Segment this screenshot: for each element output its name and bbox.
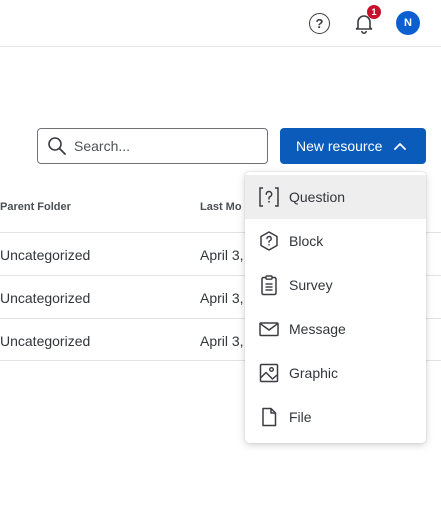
menu-item-question[interactable]: Question	[245, 175, 426, 219]
new-resource-menu: Question Block Survey Message Graphic Fi…	[245, 172, 426, 443]
menu-item-label: Question	[289, 189, 346, 205]
file-icon	[262, 407, 277, 427]
help-glyph: ?	[315, 16, 324, 31]
column-header-last-modified[interactable]: Last Mo	[200, 201, 242, 213]
question-icon	[259, 187, 279, 207]
user-avatar[interactable]: N	[396, 11, 420, 35]
menu-item-message[interactable]: Message	[245, 307, 426, 351]
chevron-up-icon	[394, 143, 407, 150]
new-resource-label: New resource	[296, 138, 383, 154]
graphic-icon	[259, 363, 279, 383]
search-input[interactable]	[74, 138, 254, 154]
survey-icon	[261, 275, 277, 296]
notifications-badge: 1	[367, 5, 381, 19]
menu-item-graphic[interactable]: Graphic	[245, 351, 426, 395]
column-header-parent-folder[interactable]: Parent Folder	[0, 201, 71, 213]
parent-folder-cell: Uncategorized	[0, 290, 91, 306]
parent-folder-cell: Uncategorized	[0, 247, 91, 263]
menu-item-label: Survey	[289, 277, 333, 293]
search-box[interactable]	[37, 128, 268, 164]
menu-item-file[interactable]: File	[245, 395, 426, 439]
menu-item-label: File	[289, 409, 312, 425]
help-icon[interactable]: ?	[309, 13, 330, 34]
top-bar: ? 1 N	[0, 0, 441, 47]
search-icon	[48, 137, 66, 155]
block-icon	[260, 231, 278, 251]
menu-item-label: Graphic	[289, 365, 339, 381]
new-resource-button[interactable]: New resource	[280, 128, 426, 164]
menu-item-survey[interactable]: Survey	[245, 263, 426, 307]
last-modified-cell: April 3,	[200, 247, 244, 263]
menu-item-label: Block	[289, 233, 324, 249]
last-modified-cell: April 3,	[200, 333, 244, 349]
last-modified-cell: April 3,	[200, 290, 244, 306]
menu-item-label: Message	[289, 321, 346, 337]
message-icon	[259, 322, 279, 337]
menu-item-block[interactable]: Block	[245, 219, 426, 263]
parent-folder-cell: Uncategorized	[0, 333, 91, 349]
